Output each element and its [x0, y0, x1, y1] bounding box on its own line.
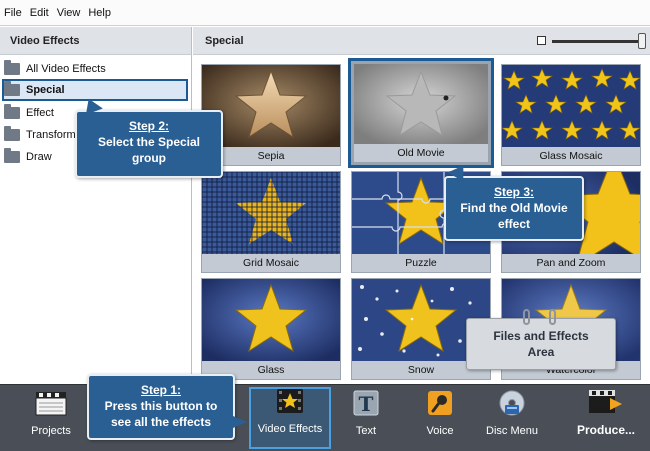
thumbnail-size-small-icon[interactable] [537, 36, 546, 45]
effect-tile-label: Old Movie [354, 144, 488, 162]
video-effects-button-label: Video Effects [257, 423, 323, 435]
tree-item-label: Effect [26, 107, 54, 119]
callout-line: effect [497, 217, 530, 231]
tree-item-label: Special [26, 84, 65, 96]
binder-ring-icon [523, 309, 530, 325]
callout-step-title: Step 3: [493, 185, 534, 199]
menu-edit[interactable]: Edit [30, 7, 49, 19]
thumbnail-size-slider[interactable] [552, 40, 640, 43]
folder-icon [4, 104, 20, 119]
menu-help[interactable]: Help [88, 7, 111, 19]
disc-menu-button[interactable]: Disc Menu [482, 387, 542, 449]
callout-step-2: Step 2: Select the Special group [75, 95, 223, 178]
callout-step-title: Step 2: [128, 119, 169, 133]
folder-icon [4, 81, 20, 96]
clapperboard-arrow-icon [588, 388, 624, 417]
tree-item-all-video-effects[interactable]: All Video Effects [4, 58, 188, 80]
voice-button-label: Voice [426, 425, 454, 437]
binder-ring-icon [549, 309, 556, 325]
effect-thumbnail [202, 172, 340, 254]
produce-button[interactable]: Produce... [570, 387, 642, 449]
folder-icon [4, 148, 20, 163]
callout-line: Press this button to [104, 399, 218, 413]
callout-line: Find the Old Movie [460, 201, 568, 215]
text-t-icon: T [353, 390, 379, 419]
effect-tile-label: Pan and Zoom [502, 254, 640, 272]
callout-step-title: Step 1: [140, 383, 181, 397]
note-line: Area [527, 345, 555, 359]
projects-button[interactable]: Projects [24, 387, 78, 449]
folder-icon [4, 60, 20, 75]
projects-button-label: Projects [31, 425, 71, 437]
thumbnail-size-slider-handle[interactable] [638, 33, 646, 49]
effect-tile-grid-mosaic[interactable]: Grid Mosaic [201, 171, 341, 273]
callout-step-1: Step 1: Press this button to see all the… [87, 374, 247, 440]
files-and-effects-area-note: Files and Effects Area [466, 309, 616, 370]
effect-tile-old-movie[interactable]: Old Movie [348, 58, 494, 168]
tree-item-label: Transform [26, 129, 76, 141]
produce-button-label: Produce... [576, 423, 635, 437]
note-line: Files and Effects [493, 329, 589, 343]
effect-tile-label: Puzzle [352, 254, 490, 272]
callout-line: Select the Special [97, 135, 201, 149]
svg-text:T: T [359, 392, 374, 416]
microphone-icon [427, 390, 453, 419]
film-star-icon [276, 388, 304, 417]
effect-tile-glass-mosaic[interactable]: Glass Mosaic [501, 64, 641, 166]
effect-thumbnail [502, 65, 640, 147]
folder-icon [4, 126, 20, 141]
video-effects-button[interactable]: Video Effects [249, 387, 331, 449]
left-panel-title: Video Effects [0, 27, 192, 55]
text-button[interactable]: T Text [344, 387, 388, 449]
effect-thumbnail [202, 279, 340, 361]
callout-line: see all the effects [110, 415, 212, 429]
callout-line: group [132, 151, 166, 165]
clapperboard-icon [35, 390, 67, 419]
disc-icon [498, 390, 526, 419]
effect-tile-glass[interactable]: Glass [201, 278, 341, 380]
effect-tile-label: Grid Mosaic [202, 254, 340, 272]
text-button-label: Text [355, 425, 377, 437]
menu-view[interactable]: View [57, 7, 81, 19]
callout-step-3: Step 3: Find the Old Movie effect [444, 160, 584, 241]
tree-item-label: All Video Effects [26, 63, 106, 75]
effect-thumbnail [354, 64, 488, 146]
menu-file[interactable]: File [4, 7, 22, 19]
disc-menu-button-label: Disc Menu [486, 425, 538, 437]
tree-item-label: Draw [26, 151, 52, 163]
voice-button[interactable]: Voice [416, 387, 464, 449]
menu-bar: File Edit View Help [0, 0, 650, 26]
effect-tile-label: Glass Mosaic [502, 147, 640, 165]
